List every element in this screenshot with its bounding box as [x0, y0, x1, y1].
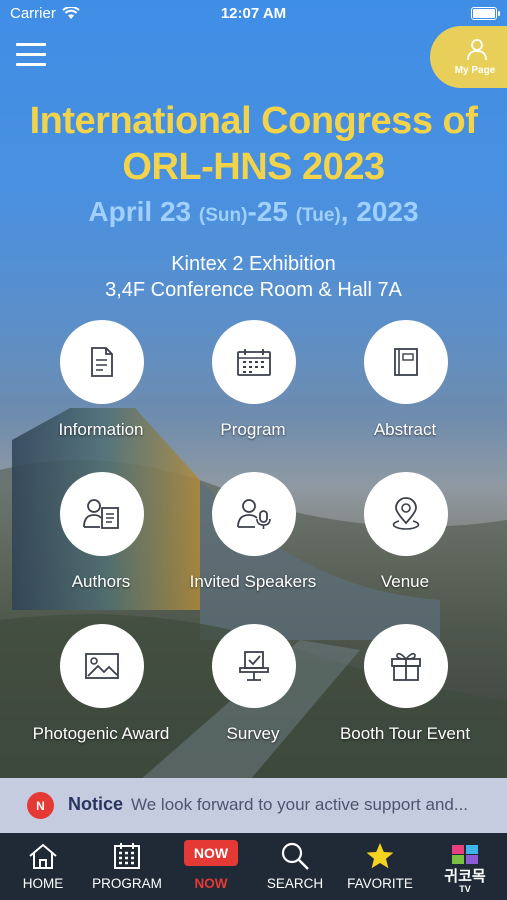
date-part-2: -25 — [247, 196, 296, 227]
tab-tv-sub: TV — [459, 884, 471, 894]
document-icon — [91, 347, 113, 377]
tab-now-label: NOW — [194, 876, 228, 891]
hamburger-line — [16, 53, 46, 56]
menu-authors-circle — [60, 472, 144, 556]
date-day-1: (Sun) — [198, 205, 248, 226]
tab-home[interactable]: HOME — [0, 833, 88, 900]
calendar-icon — [114, 843, 140, 869]
book-icon — [394, 348, 418, 376]
menu-label: Booth Tour Event — [339, 724, 471, 743]
tab-tv-label: 귀코목 — [444, 868, 486, 885]
date-part-3: , 2023 — [340, 196, 419, 227]
notice-badge: N — [27, 792, 54, 819]
star-icon — [366, 843, 394, 869]
tab-home-icon-wrap — [27, 840, 59, 872]
now-badge: NOW — [184, 840, 238, 866]
location-pin-icon — [392, 497, 420, 530]
tab-tv[interactable]: 귀코목 TV — [420, 833, 507, 900]
menu-button[interactable] — [16, 43, 46, 67]
tab-program-icon-wrap — [111, 840, 143, 872]
congress-venue: Kintex 2 Exhibition 3,4F Conference Room… — [0, 251, 507, 303]
menu-venue-circle — [364, 472, 448, 556]
menu-label: Venue — [380, 572, 430, 591]
menu-abstract-circle — [364, 320, 448, 404]
menu-label: Abstract — [373, 420, 437, 439]
congress-title: International Congress of ORL-HNS 2023 — [0, 98, 507, 190]
my-page-label: My Page — [454, 65, 496, 76]
tab-favorite-label: FAVORITE — [347, 876, 413, 891]
congress-date: April 23 (Sun)-25 (Tue), 2023 — [0, 196, 507, 228]
venue-line-1: Kintex 2 Exhibition — [171, 253, 336, 275]
status-bar: Carrier 12:07 AM — [0, 0, 507, 28]
menu-booth-tour-event-circle — [364, 624, 448, 708]
title-line-2: ORL-HNS 2023 — [122, 146, 385, 188]
tab-search-label: SEARCH — [266, 876, 324, 891]
tv-logo-icon — [452, 845, 478, 864]
tab-favorite-icon-wrap — [364, 840, 396, 872]
author-icon — [83, 499, 119, 529]
menu-information-circle — [60, 320, 144, 404]
user-icon — [467, 39, 487, 61]
tab-home-label: HOME — [22, 876, 64, 891]
menu-abstract[interactable]: Abstract — [320, 320, 490, 450]
gift-icon — [391, 652, 421, 681]
survey-icon — [239, 651, 269, 681]
tab-program[interactable]: PROGRAM — [82, 833, 172, 900]
tab-search[interactable]: SEARCH — [250, 833, 340, 900]
tab-favorite[interactable]: FAVORITE — [335, 833, 425, 900]
tab-bar: HOME PROGRAM NOW SEARCH FAVORITE 귀코목 TV — [0, 833, 507, 900]
menu-invited-speakers-circle — [212, 472, 296, 556]
search-icon — [281, 842, 309, 870]
menu-booth-tour-event[interactable]: Booth Tour Event — [320, 624, 490, 754]
hamburger-line — [16, 43, 46, 46]
tab-program-label: PROGRAM — [92, 876, 162, 891]
my-page-button[interactable]: My Page — [430, 26, 507, 88]
speaker-icon — [237, 499, 271, 529]
hamburger-line — [16, 63, 46, 66]
calendar-icon — [237, 349, 271, 376]
notice-text: We look forward to your active support a… — [131, 795, 469, 814]
title-line-1: International Congress of — [29, 100, 478, 142]
notice-title: Notice — [68, 794, 124, 814]
battery-icon — [471, 7, 500, 20]
menu-program-circle — [212, 320, 296, 404]
app-screen: Carrier 12:07 AM My Page International C… — [0, 0, 507, 900]
menu-survey-circle — [212, 624, 296, 708]
tab-search-icon-wrap — [279, 840, 311, 872]
menu-photogenic-award-circle — [60, 624, 144, 708]
venue-line-2: 3,4F Conference Room & Hall 7A — [105, 279, 402, 301]
date-part-1: April 23 — [88, 196, 199, 227]
date-day-2: (Tue) — [295, 205, 341, 226]
notice-bar[interactable]: N Notice We look forward to your active … — [0, 778, 507, 833]
picture-icon — [85, 653, 119, 679]
status-time: 12:07 AM — [220, 5, 287, 22]
home-icon — [29, 843, 57, 869]
menu-venue[interactable]: Venue — [320, 472, 490, 602]
